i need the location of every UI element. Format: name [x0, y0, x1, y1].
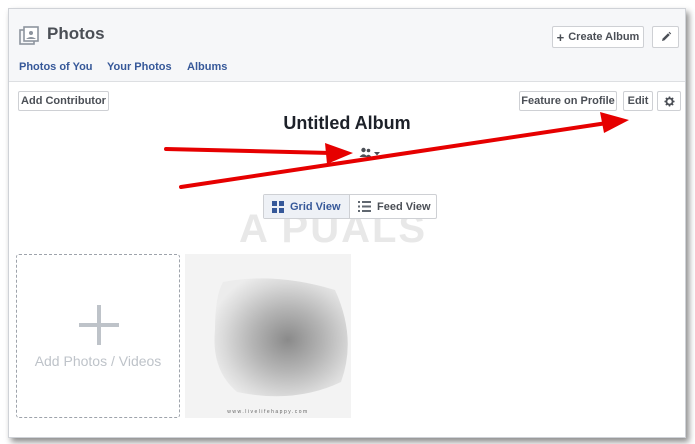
grid-view-button[interactable]: Grid View [264, 195, 350, 218]
pencil-icon [661, 31, 671, 41]
album-title: Untitled Album [283, 113, 411, 133]
edit-button[interactable]: Edit [623, 91, 653, 111]
nav-albums[interactable]: Albums [187, 61, 227, 73]
plus-icon: + [556, 29, 565, 45]
grid-view-label: Grid View [290, 200, 341, 213]
nav-your-photos[interactable]: Your Photos [107, 61, 172, 73]
album-photo-thumbnail[interactable]: www.livelifehappy.com [185, 254, 351, 418]
page-title: Photos [47, 24, 105, 43]
gear-icon [663, 95, 675, 107]
chevron-down-icon [374, 152, 380, 156]
feature-on-profile-button[interactable]: Feature on Profile [519, 91, 617, 111]
photo-caption: www.livelifehappy.com [227, 409, 309, 415]
photos-header: Photos + Create Album Photos of You Your… [9, 9, 685, 82]
settings-button[interactable] [657, 91, 681, 111]
arrow-to-privacy [164, 143, 353, 164]
add-photos-tile[interactable]: Add Photos / Videos [16, 254, 180, 418]
photos-icon [19, 26, 39, 45]
nav-photos-of-you[interactable]: Photos of You [19, 61, 93, 73]
grid-icon [272, 200, 284, 213]
create-album-button[interactable]: + Create Album [552, 26, 644, 48]
feed-view-button[interactable]: Feed View [350, 195, 436, 218]
facebook-photos-window: Photos + Create Album Photos of You Your… [8, 8, 686, 438]
privacy-selector[interactable] [359, 146, 383, 158]
create-album-label: Create Album [568, 31, 640, 43]
view-toggle: Grid View Feed View [263, 194, 437, 219]
edit-pencil-button[interactable] [652, 26, 679, 48]
plus-icon [79, 305, 119, 345]
add-photos-label: Add Photos / Videos [34, 353, 162, 369]
feed-view-label: Feed View [377, 200, 431, 213]
people-icon [359, 147, 380, 157]
photo-image [185, 254, 351, 418]
add-contributor-button[interactable]: Add Contributor [18, 91, 109, 111]
list-icon [358, 201, 371, 212]
